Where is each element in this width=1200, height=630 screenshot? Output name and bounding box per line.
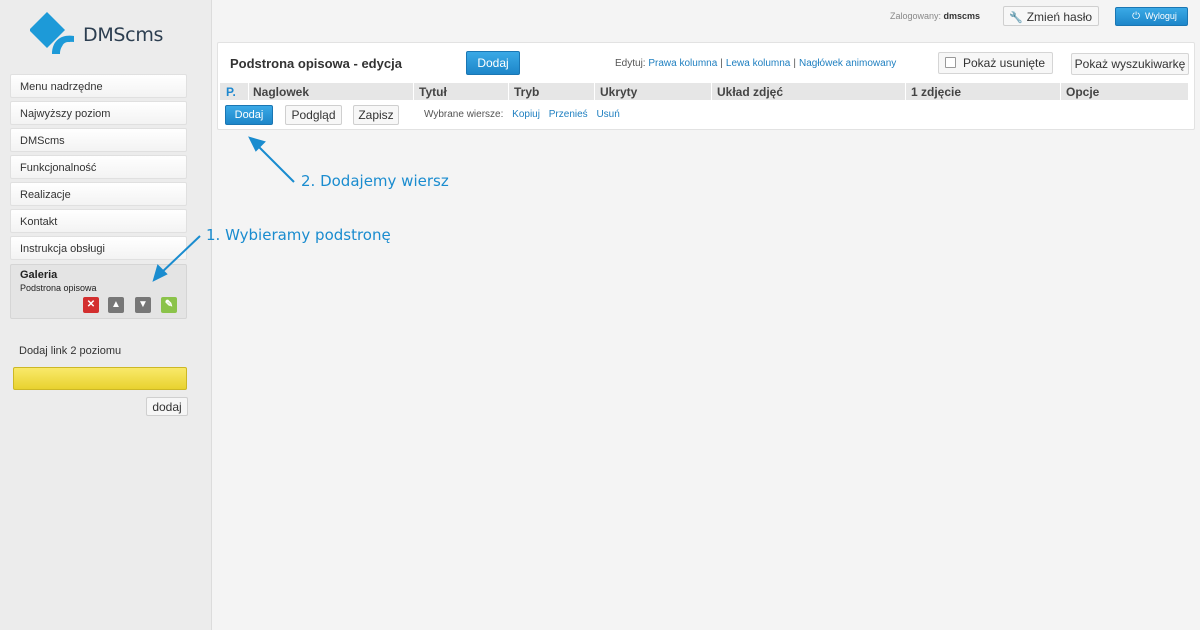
annotation-arrows	[152, 136, 295, 282]
arrow-step1-head	[152, 264, 168, 282]
annotation-step1: 1. Wybieramy podstronę	[206, 226, 391, 244]
arrow-step2-head	[248, 136, 266, 152]
annotation-step2: 2. Dodajemy wiersz	[301, 172, 449, 190]
arrow-step2-line	[255, 143, 295, 183]
arrow-step1-line	[159, 235, 201, 275]
